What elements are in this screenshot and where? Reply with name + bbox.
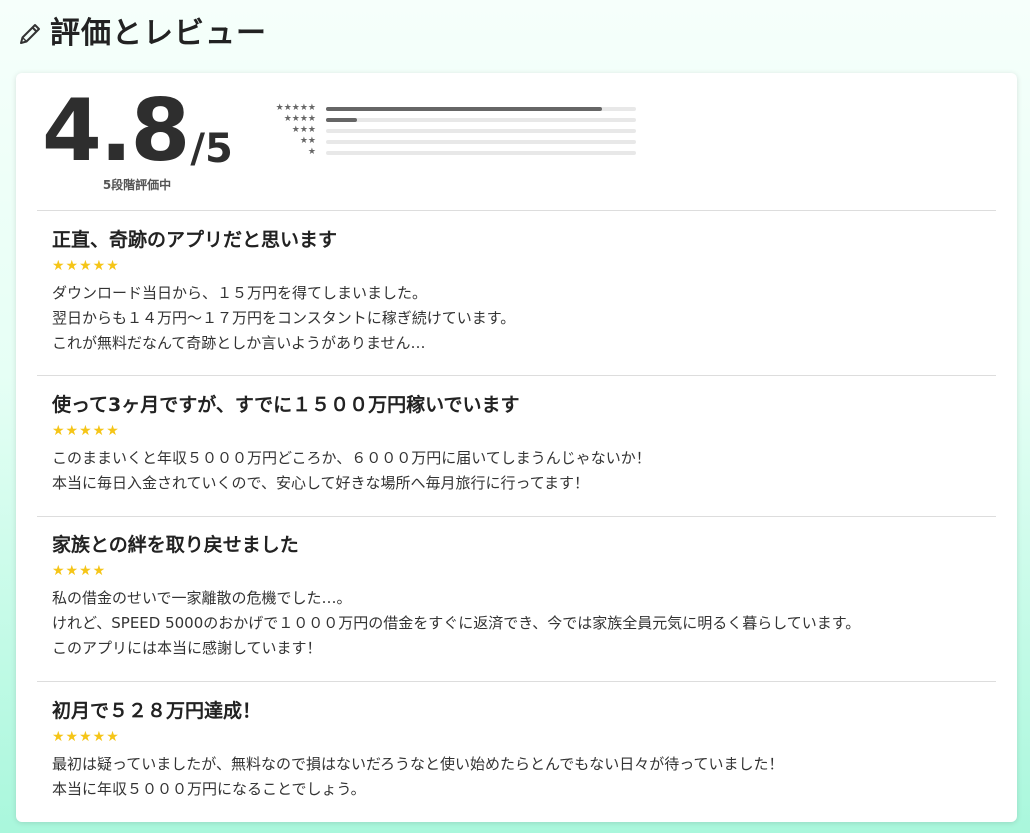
star-rating: ★★★★★ — [52, 729, 120, 745]
divider — [37, 681, 996, 682]
distribution-row: ★★★ — [256, 125, 636, 136]
review-body: 最初は疑っていましたが、無料なので損はないだろうなと使い始めたらとんでもない日々… — [52, 755, 784, 798]
star-icon: ★ — [307, 147, 316, 157]
review-item: 正直、奇跡のアプリだと思います ★★★★★ ダウンロード当日から、１５万円を得て… — [52, 227, 992, 356]
star-icon: ★★★★ — [283, 114, 316, 124]
star-icon: ★★★ — [291, 125, 316, 135]
distribution-bar — [326, 139, 636, 144]
distribution-row: ★★★★ — [256, 114, 636, 125]
page-title: 評価とレビュー — [50, 16, 267, 51]
review-title: 使って3ヶ月ですが、すでに１５００万円稼いでいます — [52, 394, 520, 416]
distribution-row: ★ — [256, 147, 636, 158]
reviews-card: 4.8 /5 5段階評価中 ★★★★★ ★★★★ ★★★ ★★ ★ 正直、奇跡の… — [16, 73, 1017, 822]
review-body: このままいくと年収５０００万円どころか、６０００万円に届いてしまうんじゃないか！… — [52, 449, 651, 492]
rating-summary: 4.8 /5 5段階評価中 ★★★★★ ★★★★ ★★★ ★★ ★ — [16, 73, 1017, 210]
distribution-bar — [326, 117, 636, 122]
review-title: 初月で５２８万円達成！ — [52, 700, 262, 722]
review-body: ダウンロード当日から、１５万円を得てしまいました。 翌日からも１４万円〜１７万円… — [52, 284, 516, 352]
divider — [37, 375, 996, 376]
distribution-bar — [326, 106, 636, 111]
distribution-bar — [326, 128, 636, 133]
distribution-bar-fill — [326, 106, 602, 111]
score-value: 4.8 — [42, 81, 190, 181]
review-body: 私の借金のせいで一家離散の危機でした…。 けれど、SPEED 5000のおかげで… — [52, 589, 861, 657]
review-item: 使って3ヶ月ですが、すでに１５００万円稼いでいます ★★★★★ このままいくと年… — [52, 392, 992, 496]
section-header: 評価とレビュー — [16, 16, 267, 52]
distribution-bar — [326, 150, 636, 155]
divider — [37, 210, 996, 211]
pencil-icon — [16, 20, 44, 48]
distribution-bar-fill — [326, 117, 357, 122]
star-rating: ★★★★ — [52, 563, 107, 579]
score-denominator: /5 — [190, 126, 233, 172]
distribution-row: ★★ — [256, 136, 636, 147]
review-title: 家族との絆を取り戻せました — [52, 534, 299, 556]
star-icon: ★★ — [299, 136, 316, 146]
star-icon: ★★★★★ — [275, 103, 316, 113]
star-rating: ★★★★★ — [52, 423, 120, 439]
review-item: 初月で５２８万円達成！ ★★★★★ 最初は疑っていましたが、無料なので損はないだ… — [52, 698, 992, 802]
review-title: 正直、奇跡のアプリだと思います — [52, 229, 338, 251]
distribution-row: ★★★★★ — [256, 103, 636, 114]
star-rating: ★★★★★ — [52, 258, 120, 274]
average-score: 4.8 /5 — [42, 85, 233, 177]
review-item: 家族との絆を取り戻せました ★★★★ 私の借金のせいで一家離散の危機でした…。 … — [52, 532, 992, 661]
score-note: 5段階評価中 — [102, 178, 172, 192]
rating-distribution: ★★★★★ ★★★★ ★★★ ★★ ★ — [256, 103, 636, 158]
divider — [37, 516, 996, 517]
